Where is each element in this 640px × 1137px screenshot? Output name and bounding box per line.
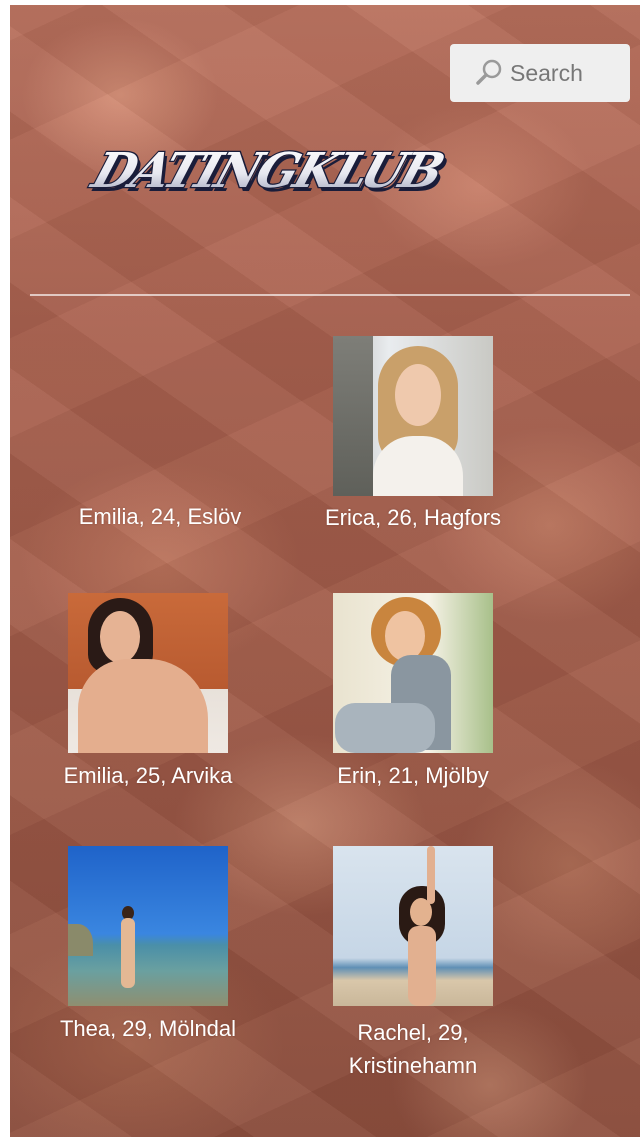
page-background: Search DATINGKLUB DATINGKLUB Emilia, 24,…	[10, 5, 640, 1137]
profile-photo[interactable]	[333, 336, 493, 496]
profile-caption-line: Rachel, 29,	[357, 1020, 469, 1045]
profile-photo[interactable]	[333, 846, 493, 1006]
svg-text:DATINGKLUB: DATINGKLUB	[84, 142, 450, 199]
profile-photo[interactable]	[68, 846, 228, 1006]
profile-photo[interactable]	[68, 593, 228, 753]
search-label: Search	[510, 59, 583, 86]
profile-photo[interactable]	[333, 593, 493, 753]
profile-card[interactable]: Thea, 29, Mölndal	[28, 846, 268, 1046]
profile-card[interactable]: Emilia, 24, Eslöv	[40, 500, 280, 534]
site-logo[interactable]: DATINGKLUB DATINGKLUB	[40, 137, 510, 207]
profile-caption: Emilia, 25, Arvika	[63, 763, 233, 788]
profile-card[interactable]: Rachel, 29, Kristinehamn	[293, 846, 533, 1082]
profile-card[interactable]: Erin, 21, Mjölby	[293, 593, 533, 793]
search-icon	[474, 58, 504, 88]
profile-card[interactable]: Emilia, 25, Arvika	[28, 593, 268, 793]
profile-caption: Rachel, 29, Kristinehamn	[293, 1016, 533, 1082]
profile-caption: Erica, 26, Hagfors	[324, 505, 502, 530]
profile-caption: Erin, 21, Mjölby	[337, 763, 489, 788]
profile-caption: Emilia, 24, Eslöv	[78, 504, 242, 529]
search-button[interactable]: Search	[450, 44, 630, 102]
profile-card[interactable]: Erica, 26, Hagfors	[293, 336, 533, 535]
profile-caption-line: Kristinehamn	[348, 1053, 478, 1078]
profile-caption: Thea, 29, Mölndal	[59, 1016, 237, 1041]
header-divider	[30, 294, 630, 296]
